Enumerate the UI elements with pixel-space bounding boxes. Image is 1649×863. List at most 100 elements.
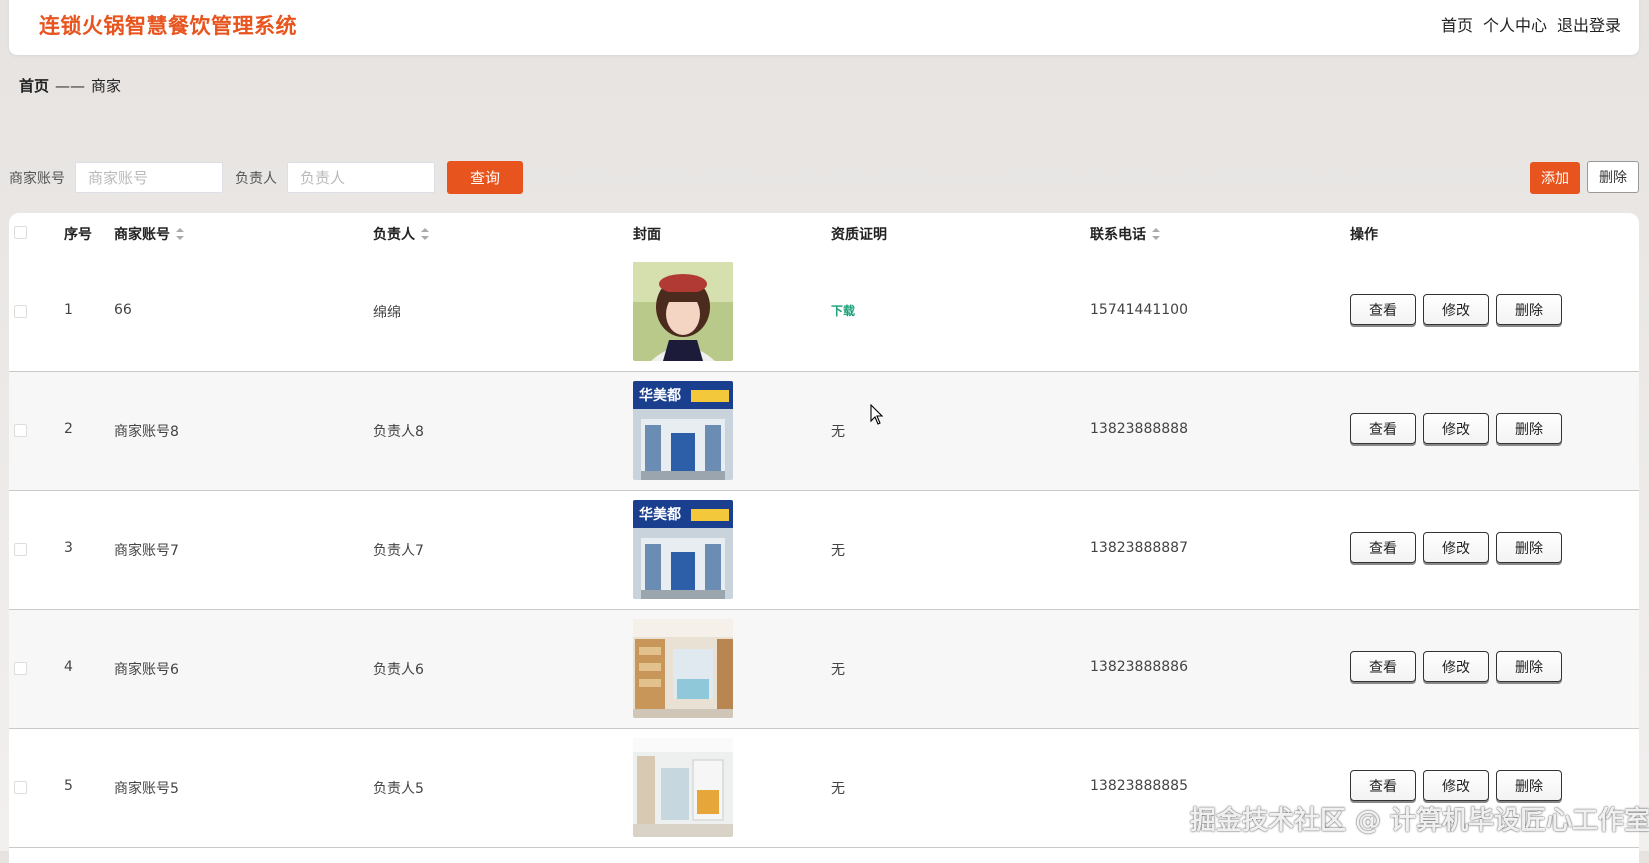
delete-button[interactable]: 删除 [1496, 770, 1562, 801]
qualification-download-link[interactable]: 下载 [831, 302, 855, 319]
search-bar: 商家账号 负责人 查询 [9, 161, 523, 194]
row-owner: 负责人7 [373, 543, 424, 559]
row-checkbox[interactable] [14, 305, 27, 318]
row-account: 66 [114, 302, 132, 318]
edit-button[interactable]: 修改 [1423, 770, 1489, 801]
row-index: 3 [64, 540, 73, 556]
row-owner: 负责人6 [373, 662, 424, 678]
breadcrumb-separator: —— [55, 76, 86, 95]
row-cover[interactable] [633, 262, 733, 361]
add-button[interactable]: 添加 [1530, 162, 1580, 194]
table-row: 3 商家账号7 负责人7 华美都 无 13823888887 查看 修改 删除 [9, 491, 1639, 610]
row-cover[interactable]: 华美都 [633, 500, 733, 599]
row-phone: 15741441100 [1090, 302, 1188, 318]
row-actions: 查看 修改 删除 [1350, 651, 1569, 682]
svg-text:华美都: 华美都 [639, 387, 681, 404]
row-qualification: 下载 [831, 302, 855, 319]
app-title: 连锁火锅智慧餐饮管理系统 [39, 14, 297, 38]
row-account: 商家账号5 [114, 781, 179, 797]
watermark-text: 掘金技术社区 @ 计算机毕设匠心工作室 [1190, 806, 1649, 836]
delete-button[interactable]: 删除 [1496, 294, 1562, 325]
row-index: 1 [64, 302, 73, 318]
cover-image [633, 619, 733, 718]
table-row: 1 66 绵绵 下载 15741441100 查看 修改 删除 [9, 253, 1639, 372]
mouse-cursor-icon [870, 404, 884, 425]
edit-button[interactable]: 修改 [1423, 532, 1489, 563]
query-button[interactable]: 查询 [447, 161, 523, 194]
row-cover[interactable] [633, 619, 733, 718]
svg-text:华美都: 华美都 [639, 506, 681, 523]
delete-button[interactable]: 删除 [1496, 532, 1562, 563]
header-phone-label: 联系电话 [1090, 227, 1146, 243]
row-cover[interactable]: 华美都 [633, 381, 733, 480]
header-phone[interactable]: 联系电话 [1090, 224, 1160, 244]
header-qualification: 资质证明 [831, 227, 887, 243]
row-qualification: 无 [831, 421, 845, 441]
row-phone: 13823888887 [1090, 540, 1188, 556]
row-qualification: 无 [831, 659, 845, 679]
merchant-table: 序号 商家账号 负责人 封面 资质证明 联系电话 操作 1 66 绵绵 下载 1… [9, 213, 1639, 863]
view-button[interactable]: 查看 [1350, 651, 1416, 682]
header-account[interactable]: 商家账号 [114, 224, 184, 244]
row-checkbox[interactable] [14, 424, 27, 437]
breadcrumb: 首页 —— 商家 [19, 75, 121, 96]
nav-home-link[interactable]: 首页 [1441, 12, 1473, 36]
row-index: 4 [64, 659, 73, 675]
delete-button[interactable]: 删除 [1496, 413, 1562, 444]
delete-button[interactable]: 删除 [1496, 651, 1562, 682]
table-header: 序号 商家账号 负责人 封面 资质证明 联系电话 操作 [9, 213, 1639, 253]
view-button[interactable]: 查看 [1350, 413, 1416, 444]
cover-image: 华美都 [633, 381, 733, 480]
row-checkbox[interactable] [14, 781, 27, 794]
row-index: 5 [64, 778, 73, 794]
top-header: 连锁火锅智慧餐饮管理系统 首页 个人中心 退出登录 [9, 0, 1639, 55]
select-all-checkbox[interactable] [14, 226, 27, 239]
row-checkbox[interactable] [14, 543, 27, 556]
row-phone: 13823888885 [1090, 778, 1188, 794]
row-account: 商家账号8 [114, 424, 179, 440]
table-row: 4 商家账号6 负责人6 无 13823888886 查看 修改 删除 [9, 610, 1639, 729]
header-owner[interactable]: 负责人 [373, 224, 429, 244]
row-owner: 负责人8 [373, 424, 424, 440]
qualification-value: 无 [831, 781, 845, 797]
row-actions: 查看 修改 删除 [1350, 770, 1569, 801]
edit-button[interactable]: 修改 [1423, 294, 1489, 325]
header-index: 序号 [64, 227, 92, 243]
nav-profile-link[interactable]: 个人中心 [1483, 12, 1547, 36]
edit-button[interactable]: 修改 [1423, 651, 1489, 682]
header-actions: 操作 [1350, 227, 1378, 243]
row-phone: 13823888888 [1090, 421, 1188, 437]
batch-delete-button[interactable]: 删除 [1587, 161, 1639, 193]
table-row: 2 商家账号8 负责人8 华美都 无 13823888888 查看 修改 删除 [9, 372, 1639, 491]
edit-button[interactable]: 修改 [1423, 413, 1489, 444]
row-checkbox[interactable] [14, 662, 27, 675]
row-actions: 查看 修改 删除 [1350, 294, 1569, 325]
header-owner-label: 负责人 [373, 227, 415, 243]
sort-icon[interactable] [1152, 228, 1160, 240]
row-account: 商家账号6 [114, 662, 179, 678]
cover-image [633, 262, 733, 361]
row-qualification: 无 [831, 540, 845, 560]
row-account: 商家账号7 [114, 543, 179, 559]
view-button[interactable]: 查看 [1350, 532, 1416, 563]
nav-logout-link[interactable]: 退出登录 [1557, 12, 1621, 36]
cover-image [633, 738, 733, 837]
breadcrumb-current: 商家 [91, 77, 122, 95]
owner-search-label: 负责人 [235, 170, 277, 187]
sort-icon[interactable] [421, 228, 429, 240]
view-button[interactable]: 查看 [1350, 770, 1416, 801]
header-account-label: 商家账号 [114, 227, 170, 243]
row-cover[interactable] [633, 738, 733, 837]
row-phone: 13823888886 [1090, 659, 1188, 675]
sort-icon[interactable] [176, 228, 184, 240]
account-search-label: 商家账号 [9, 170, 65, 187]
row-owner: 负责人5 [373, 781, 424, 797]
row-owner: 绵绵 [373, 305, 401, 321]
qualification-value: 无 [831, 543, 845, 559]
header-cover: 封面 [633, 227, 661, 243]
view-button[interactable]: 查看 [1350, 294, 1416, 325]
account-search-input[interactable] [75, 162, 223, 193]
owner-search-input[interactable] [287, 162, 435, 193]
breadcrumb-home[interactable]: 首页 [19, 75, 49, 96]
row-index: 2 [64, 421, 73, 437]
